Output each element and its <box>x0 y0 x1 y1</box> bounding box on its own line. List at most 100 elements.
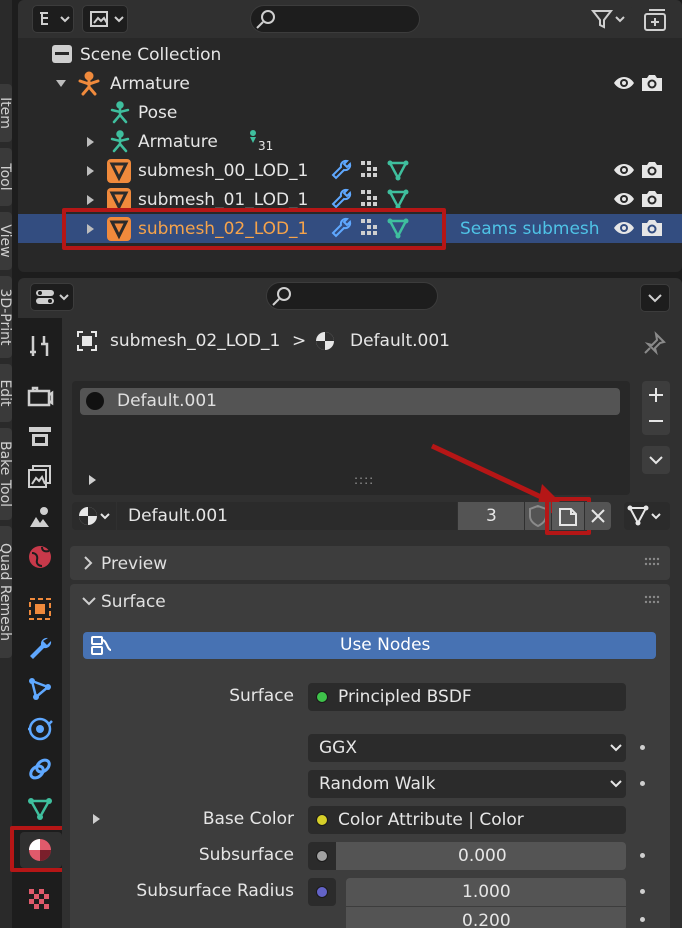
seams-note-label: Seams submesh <box>460 219 600 239</box>
material-slot-row[interactable]: Default.001 <box>80 388 620 415</box>
eye-icon[interactable] <box>612 190 636 208</box>
texture-tab-icon[interactable] <box>26 886 54 914</box>
panel-drag-grip[interactable] <box>644 557 660 567</box>
surface-shader-label: Surface <box>229 686 294 706</box>
tab-tool[interactable]: Tool <box>0 148 12 206</box>
material-icon <box>316 332 334 350</box>
eye-icon[interactable] <box>612 161 636 179</box>
properties-search-input[interactable] <box>266 282 438 310</box>
chevron-down-icon <box>610 744 622 752</box>
outliner-row-scene-collection[interactable]: Scene Collection <box>18 40 682 69</box>
browse-material-dropdown[interactable] <box>72 502 116 530</box>
object-tab-icon[interactable] <box>26 595 54 623</box>
add-slot-button[interactable] <box>642 381 670 408</box>
subsurface-radius-y-field[interactable]: 0.200 <box>346 907 626 928</box>
subsurface-radius-socket-button[interactable] <box>308 878 336 906</box>
base-color-expand-toggle[interactable] <box>93 814 100 824</box>
constraints-tab-icon[interactable] <box>26 755 54 783</box>
keyframe-dot[interactable] <box>640 745 645 750</box>
armature-icon <box>78 71 100 96</box>
distribution-value: GGX <box>319 738 357 758</box>
outliner-row-submesh-00[interactable]: submesh_00_LOD_1 <box>18 156 682 185</box>
options-dropdown[interactable] <box>640 284 670 312</box>
expand-toggle[interactable] <box>87 195 94 205</box>
lattice-icon <box>361 190 377 206</box>
outliner-row-pose[interactable]: Pose <box>18 98 682 127</box>
editor-type-dropdown[interactable] <box>30 283 74 311</box>
slot-link-dropdown[interactable] <box>624 502 670 530</box>
keyframe-dot[interactable] <box>640 781 645 786</box>
outliner-row-label: Armature <box>110 74 190 94</box>
preview-panel-title: Preview <box>101 554 168 574</box>
subsurface-socket-button[interactable] <box>308 842 336 870</box>
tab-bake-tool[interactable]: Bake Tool <box>0 428 12 520</box>
panel-drag-grip[interactable] <box>644 595 660 605</box>
chevron-down-icon <box>649 456 663 465</box>
subsurface-radius-x-field[interactable]: 1.000 <box>346 878 626 906</box>
chevron-down-icon[interactable] <box>81 595 97 607</box>
particles-tab-icon[interactable] <box>26 675 54 703</box>
vector-socket-icon <box>316 886 328 898</box>
camera-icon[interactable] <box>640 218 664 238</box>
surface-panel-title: Surface <box>101 592 166 612</box>
camera-icon[interactable] <box>640 189 664 209</box>
material-user-count[interactable]: 3 <box>458 502 524 530</box>
tool-tab-icon[interactable] <box>26 332 54 360</box>
outliner-row-label: Scene Collection <box>80 45 222 65</box>
list-expand-toggle[interactable] <box>89 475 96 485</box>
preview-panel-header[interactable]: Preview <box>70 546 670 580</box>
tab-item[interactable]: Item <box>0 84 12 142</box>
tab-bake-tool-label: Bake Tool <box>0 440 12 508</box>
remove-slot-button[interactable] <box>642 408 670 435</box>
camera-icon[interactable] <box>640 73 664 93</box>
outliner-row-armature-data[interactable]: Armature 31 <box>18 127 682 156</box>
scene-tab-icon[interactable] <box>26 503 54 531</box>
world-tab-icon[interactable] <box>26 543 54 571</box>
camera-icon[interactable] <box>640 160 664 180</box>
expand-toggle[interactable] <box>87 166 94 176</box>
tab-quad-remesh[interactable]: Quad Remesh <box>0 526 12 658</box>
view-layer-dropdown[interactable] <box>82 5 128 33</box>
output-tab-icon[interactable] <box>26 423 54 451</box>
new-collection-button[interactable] <box>640 6 670 34</box>
subsurface-radius-label: Subsurface Radius <box>136 881 294 901</box>
render-tab-icon[interactable] <box>26 383 54 411</box>
subsurface-label: Subsurface <box>198 845 294 865</box>
modifier-tab-icon[interactable] <box>26 635 54 663</box>
filter-dropdown[interactable] <box>588 5 632 33</box>
view-layer-tab-icon[interactable] <box>26 463 54 491</box>
use-nodes-button[interactable]: Use Nodes <box>83 632 656 659</box>
pose-icon <box>110 101 130 124</box>
outliner-row-armature-object[interactable]: Armature <box>18 69 682 98</box>
outliner-header <box>18 0 682 38</box>
subsurface-value: 0.000 <box>458 846 507 866</box>
physics-tab-icon[interactable] <box>26 715 54 743</box>
distribution-dropdown[interactable]: GGX <box>308 734 626 762</box>
surface-shader-field[interactable]: Principled BSDF <box>308 683 626 711</box>
collapse-toggle[interactable] <box>56 80 66 87</box>
list-resize-grip[interactable]: :::: <box>354 473 374 487</box>
keyframe-dot[interactable] <box>640 917 645 922</box>
eye-icon[interactable] <box>612 219 636 237</box>
view-layer-icon <box>90 11 124 27</box>
data-tab-icon[interactable] <box>26 795 54 823</box>
keyframe-dot[interactable] <box>640 889 645 894</box>
wrench-modifier-icon[interactable] <box>330 159 352 181</box>
tab-view[interactable]: View <box>0 212 12 270</box>
keyframe-dot[interactable] <box>640 853 645 858</box>
expand-toggle[interactable] <box>87 137 94 147</box>
outliner-search-input[interactable] <box>250 5 420 33</box>
material-name-field[interactable]: Default.001 <box>117 502 457 530</box>
subsurface-slider[interactable]: 0.000 <box>336 842 626 870</box>
display-mode-dropdown[interactable] <box>32 5 74 33</box>
base-color-field[interactable]: Color Attribute | Color <box>308 806 626 834</box>
pin-icon[interactable] <box>642 330 668 356</box>
tab-3d-print[interactable]: 3D-Print <box>0 276 12 358</box>
wrench-modifier-icon[interactable] <box>330 188 352 210</box>
slot-specials-dropdown[interactable] <box>642 446 670 474</box>
subsurface-method-dropdown[interactable]: Random Walk <box>308 770 626 798</box>
tab-edit[interactable]: Edit <box>0 364 12 422</box>
material-name-value: Default.001 <box>128 506 228 526</box>
unlink-material-button[interactable] <box>585 502 611 530</box>
eye-icon[interactable] <box>612 74 636 92</box>
